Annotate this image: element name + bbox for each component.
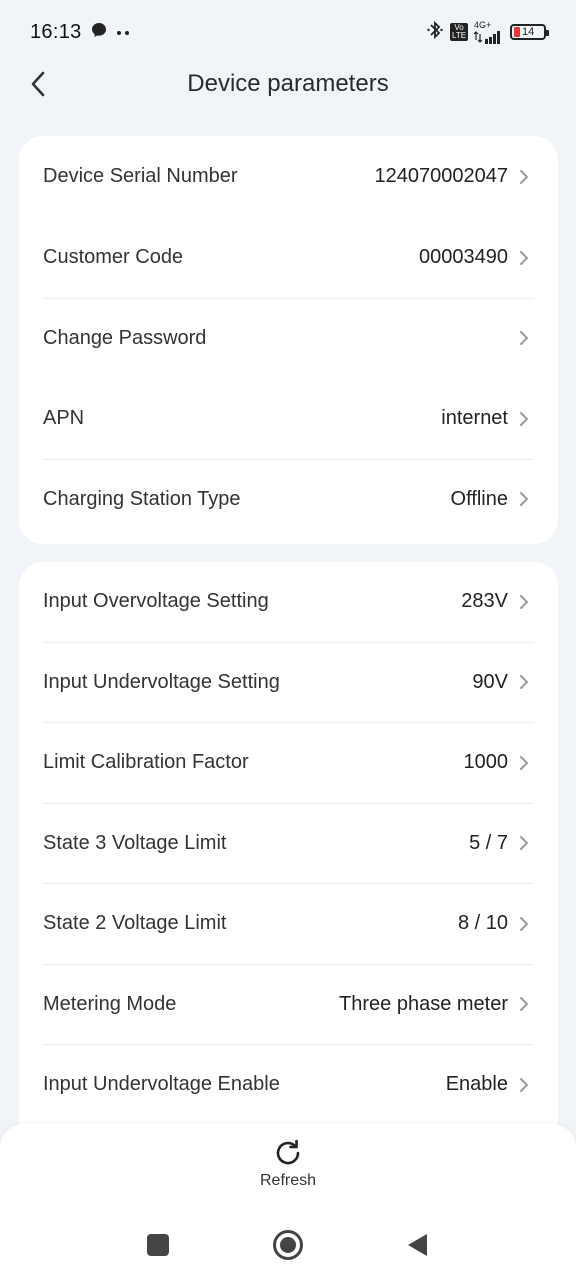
volte-label: Vo LTE (452, 23, 467, 40)
row-label: State 2 Voltage Limit (43, 912, 227, 935)
row-label: Charging Station Type (43, 487, 241, 510)
chevron-right-icon (514, 409, 534, 429)
row-limit-calibration-factor[interactable]: Limit Calibration Factor 1000 (43, 723, 534, 804)
recents-button[interactable] (140, 1227, 176, 1263)
row-change-password[interactable]: Change Password (43, 299, 534, 380)
nav-back-button[interactable] (400, 1227, 436, 1263)
chevron-right-icon (514, 248, 534, 268)
row-label: Input Undervoltage Enable (43, 1073, 280, 1096)
refresh-button[interactable]: Refresh (238, 1138, 338, 1204)
row-value: 1000 (463, 751, 509, 774)
header: Device parameters (0, 64, 576, 104)
more-dots-icon (116, 23, 130, 41)
chevron-right-icon (514, 833, 534, 853)
row-label: Limit Calibration Factor (43, 751, 249, 774)
row-label: Metering Mode (43, 992, 177, 1015)
refresh-label: Refresh (259, 1172, 317, 1189)
battery-icon: 14 (510, 24, 549, 40)
row-label: Customer Code (43, 246, 184, 269)
network-label: 4G+ (474, 19, 492, 30)
row-label: Change Password (43, 326, 207, 349)
row-state-2-voltage-limit[interactable]: State 2 Voltage Limit 8 / 10 (43, 884, 534, 965)
row-input-overvoltage-setting[interactable]: Input Overvoltage Setting 283V (43, 562, 534, 643)
chevron-right-icon (514, 489, 534, 509)
row-value: 00003490 (419, 246, 508, 269)
bluetooth-icon (426, 20, 444, 45)
row-state-3-voltage-limit[interactable]: State 3 Voltage Limit 5 / 7 (43, 804, 534, 884)
home-circle-icon (273, 1230, 303, 1260)
messenger-icon (90, 21, 108, 44)
row-value: internet (441, 407, 508, 430)
chevron-right-icon (514, 672, 534, 692)
chevron-right-icon (514, 994, 534, 1014)
row-customer-code[interactable]: Customer Code 00003490 (43, 218, 534, 299)
row-value: Enable (445, 1073, 508, 1096)
chevron-left-icon (31, 71, 45, 97)
row-label: Input Overvoltage Setting (43, 590, 269, 613)
chevron-right-icon (514, 592, 534, 612)
row-value: 90V (472, 670, 508, 693)
row-device-serial-number[interactable]: Device Serial Number 124070002047 (43, 136, 534, 218)
row-metering-mode[interactable]: Metering Mode Three phase meter (43, 965, 534, 1045)
row-value: Offline (450, 487, 508, 510)
chevron-right-icon (514, 1075, 534, 1095)
system-nav-bar (0, 1220, 576, 1270)
row-apn[interactable]: APN internet (43, 379, 534, 460)
device-info-card: Device Serial Number 124070002047 Custom… (19, 136, 558, 544)
chevron-right-icon (514, 753, 534, 773)
row-input-undervoltage-enable[interactable]: Input Undervoltage Enable Enable (43, 1045, 534, 1126)
row-value: Three phase meter (339, 992, 508, 1015)
row-value: 124070002047 (374, 165, 508, 187)
bottom-bar: Refresh (0, 1124, 576, 1280)
row-charging-station-type[interactable]: Charging Station Type Offline (43, 460, 534, 541)
row-label: Input Undervoltage Setting (43, 670, 280, 693)
battery-level: 14 (522, 26, 535, 38)
row-value: 283V (461, 590, 508, 613)
voltage-settings-card: Input Overvoltage Setting 283V Input Und… (19, 562, 558, 1162)
refresh-icon (276, 1139, 300, 1165)
status-time: 16:13 (30, 20, 82, 43)
row-label: APN (43, 407, 85, 430)
row-label: Device Serial Number (43, 165, 238, 187)
chevron-right-icon (514, 167, 534, 187)
back-triangle-icon (408, 1234, 427, 1256)
page-title: Device parameters (187, 70, 389, 97)
status-bar: 16:13 Vo LTE 4G+ 14 (0, 0, 576, 64)
row-value: 8 / 10 (457, 912, 508, 935)
back-button[interactable] (22, 68, 54, 100)
row-value: 5 / 7 (469, 831, 508, 854)
status-right: Vo LTE 4G+ 14 (426, 19, 549, 45)
recents-square-icon (147, 1234, 169, 1256)
volte-icon: Vo LTE (450, 23, 468, 41)
home-button[interactable] (270, 1227, 306, 1263)
status-left: 16:13 (30, 21, 130, 44)
chevron-right-icon (514, 914, 534, 934)
chevron-right-icon (514, 328, 534, 348)
row-input-undervoltage-setting[interactable]: Input Undervoltage Setting 90V (43, 643, 534, 723)
signal-icon: 4G+ (474, 19, 504, 44)
row-label: State 3 Voltage Limit (43, 831, 227, 854)
